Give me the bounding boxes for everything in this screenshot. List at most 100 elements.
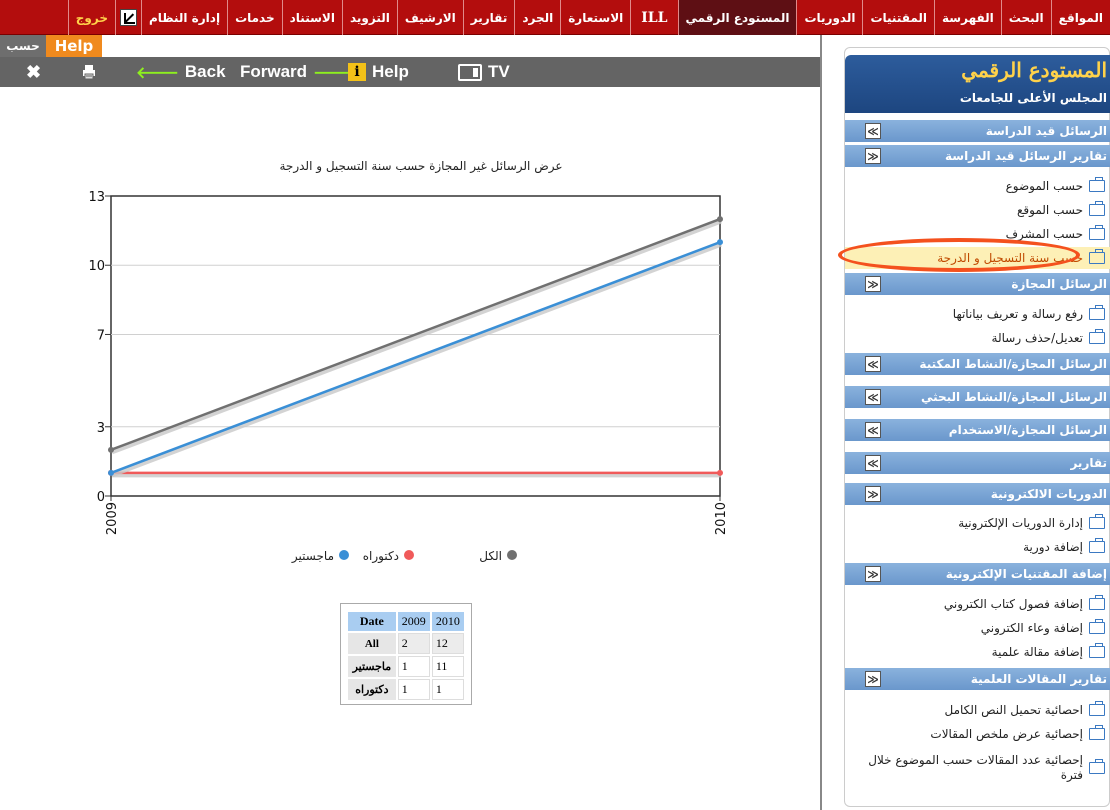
menu-holdings[interactable]: المقتنيات [862,0,934,35]
expand-icon[interactable]: ≫ [865,455,881,471]
section-article-reports[interactable]: تقارير المقالات العلمية ≪ [845,668,1110,690]
sidebar-item-abstract-view-stats[interactable]: إحصائية عرض ملخص المقالات [845,723,1110,745]
section-label: الرسائل المجازة [1011,277,1107,291]
data-point [717,216,723,223]
menu-acquisitions[interactable]: التزويد [341,0,397,35]
close-icon: ✖ [26,61,42,82]
tab-strip: حسب Help [0,35,102,57]
legend-marker [507,550,517,560]
menu-cataloging[interactable]: الفهرسة [934,0,1001,35]
expand-icon[interactable]: ≫ [865,356,881,372]
cell-value: 11 [431,656,464,677]
y-tick-label: 0 [97,490,105,505]
section-approved-theses[interactable]: الرسائل المجازة ≪ [845,273,1110,295]
cell-value: 2 [397,633,430,654]
menu-periodicals[interactable]: الدوريات [796,0,862,35]
series-shadow [111,218,722,455]
sidebar-item-by-subject[interactable]: حسب الموضوع [845,175,1110,197]
item-label: إضافة وعاء الكتروني [980,621,1083,635]
sidebar-item-edit-delete-thesis[interactable]: تعديل/حذف رسالة [845,327,1110,349]
section-label: الرسائل المجازة/النشاط البحثي [920,390,1107,404]
row-label: دكتوراه [348,679,396,700]
expand-icon[interactable]: ≫ [865,389,881,405]
menu-archive[interactable]: الارشيف [396,0,463,35]
menu-ill[interactable]: ILL [630,0,677,35]
sidebar-item-add-journal[interactable]: إضافة دورية [845,536,1110,558]
menu-authority[interactable]: الاستناد [281,0,342,35]
collapse-icon[interactable]: ≪ [865,566,881,582]
legend-label: الكل [479,549,502,563]
sidebar-item-add-e-container[interactable]: إضافة وعاء الكتروني [845,617,1110,639]
menu-circulation[interactable]: الاستعارة [560,0,630,35]
cell-value: 1 [397,679,430,700]
section-add-e-holdings[interactable]: إضافة المقتنيات الإلكترونية ≪ [845,563,1110,585]
tab-help[interactable]: Help [46,35,102,57]
sidebar-item-fulltext-download-stats[interactable]: احصائية تحميل النص الكامل [845,699,1110,721]
section-approved-library-activity[interactable]: الرسائل المجازة/النشاط المكتبة ≫ [845,353,1110,375]
item-label: إحصائية عرض ملخص المقالات [930,727,1083,741]
back-button[interactable]: 🡐 Back [136,62,226,83]
section-approved-usage[interactable]: الرسائل المجازة/الاستخدام ≫ [845,419,1110,441]
item-label: إضافة دورية [1023,540,1083,554]
forward-button[interactable]: Forward 🡒 [240,62,356,83]
folder-icon [1089,643,1105,658]
folder-icon [1089,249,1105,264]
cell-value: 1 [431,679,464,700]
series-line [110,240,721,475]
menu-system-admin[interactable]: إدارة النظام [141,0,227,35]
sidebar-item-add-article[interactable]: إضافة مقالة علمية [845,641,1110,663]
item-label: إحصائية عدد المقالات حسب الموضوع خلال فت… [868,753,1083,782]
back-label: Back [184,62,226,81]
collapse-icon[interactable]: ≪ [865,671,881,687]
plot-frame [110,195,721,497]
data-point [108,469,114,476]
section-approved-research-activity[interactable]: الرسائل المجازة/النشاط البحثي ≫ [845,386,1110,408]
sidebar-item-upload-thesis[interactable]: رفع رسالة و تعريف بياناتها [845,303,1110,325]
data-point [717,239,723,246]
tv-button[interactable]: TV [458,62,510,82]
table-row: All 2 12 [348,633,464,654]
section-label: الرسائل قيد الدراسة [985,124,1107,138]
cell-value: 1 [397,656,430,677]
expand-icon[interactable]: ≫ [865,422,881,438]
expand-icon[interactable]: ≫ [865,123,881,139]
sidebar-item-add-ebook-chapters[interactable]: إضافة فصول كتاب الكتروني [845,593,1110,615]
collapse-icon[interactable]: ≪ [865,486,881,502]
item-label: حسب سنة التسجيل و الدرجة [937,251,1083,265]
section-label: الدوريات الالكترونية [990,487,1107,501]
table-row: ماجستير 1 11 [348,656,464,677]
collapse-icon[interactable]: ≪ [865,276,881,292]
menu-services[interactable]: خدمات [227,0,282,35]
collapse-icon[interactable]: ≪ [865,148,881,164]
sidebar-item-by-location[interactable]: حسب الموقع [845,199,1110,221]
item-label: إدارة الدوريات الإلكترونية [958,516,1083,530]
y-tick-label: 13 [88,190,105,205]
menu-reports[interactable]: تقارير [462,0,515,35]
section-theses-under-study-reports[interactable]: تقارير الرسائل قيد الدراسة ≪ [845,145,1110,167]
section-theses-under-study[interactable]: الرسائل قيد الدراسة ≫ [845,120,1110,142]
close-button[interactable]: ✖ [26,62,41,83]
sidebar-header: المستودع الرقمي المجلس الأعلى للجامعات [845,55,1110,113]
sidebar-box: المستودع الرقمي المجلس الأعلى للجامعات ا… [844,47,1110,807]
sidebar-item-by-year-degree[interactable]: حسب سنة التسجيل و الدرجة [845,247,1110,269]
section-e-journals[interactable]: الدوريات الالكترونية ≪ [845,483,1110,505]
sidebar-item-article-count-stats[interactable]: إحصائية عدد المقالات حسب الموضوع خلال فت… [845,750,1110,786]
data-table: Date 2009 2010 All 2 12 ماجستير 1 11 دكت… [340,603,472,705]
menu-exit[interactable]: خروج [67,0,115,35]
sidebar-item-manage-e-journals[interactable]: إدارة الدوريات الإلكترونية [845,512,1110,534]
section-reports[interactable]: تقارير ≫ [845,452,1110,474]
back-arrow-icon: 🡐 [136,64,179,82]
menu-search[interactable]: البحث [1000,0,1051,35]
menu-inventory[interactable]: الجرد [514,0,560,35]
menu-digital-repository[interactable]: المستودع الرقمي [677,0,797,35]
menu-sites[interactable]: المواقع [1050,0,1110,35]
folder-icon [1089,619,1105,634]
y-tick-label: 10 [88,259,105,274]
pin-button[interactable] [115,0,141,35]
sidebar-item-by-supervisor[interactable]: حسب المشرف [845,223,1110,245]
print-button[interactable] [82,64,96,80]
help-button[interactable]: i Help [348,62,409,82]
tab-hasab[interactable]: حسب [0,35,46,57]
menu-spacer [0,0,68,34]
legend-marker [339,550,349,560]
